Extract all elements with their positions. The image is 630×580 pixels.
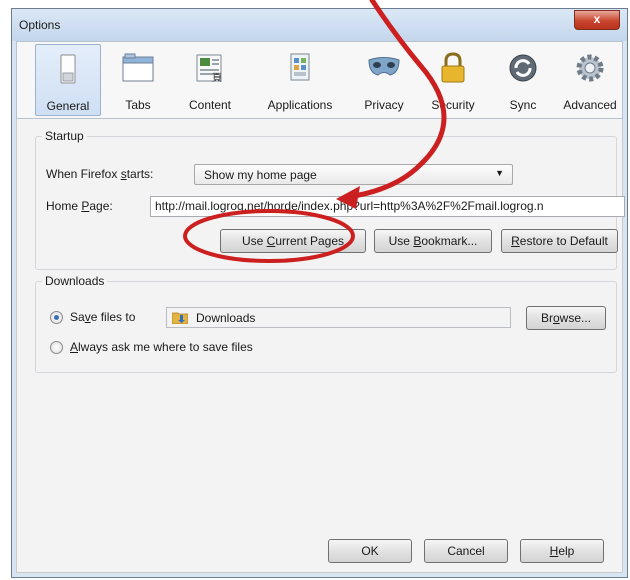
security-lock-icon xyxy=(441,52,465,83)
tab-general[interactable]: General xyxy=(35,44,101,116)
tab-sync-label: Sync xyxy=(509,98,537,112)
use-current-pages-button[interactable]: Use Current Pages xyxy=(220,229,366,253)
download-folder-name: Downloads xyxy=(196,311,256,325)
tab-content[interactable]: 頁 Content xyxy=(177,44,243,116)
browse-button[interactable]: Browse... xyxy=(526,306,606,330)
tab-privacy[interactable]: Privacy xyxy=(351,44,417,116)
use-bookmark-button[interactable]: Use Bookmark... xyxy=(374,229,492,253)
home-page-input[interactable]: http://mail.logrog.net/horde/index.php?u… xyxy=(150,196,625,217)
ok-button[interactable]: OK xyxy=(328,539,412,563)
startup-select[interactable]: Show my home page ▼ xyxy=(194,164,513,185)
tab-advanced-label: Advanced xyxy=(563,98,617,112)
close-button[interactable]: x xyxy=(574,10,620,30)
applications-icon xyxy=(290,53,310,81)
download-folder-field: Downloads xyxy=(166,307,511,328)
help-button[interactable]: Help xyxy=(520,539,604,563)
privacy-mask-icon xyxy=(368,57,400,76)
always-ask-radio[interactable] xyxy=(50,341,63,354)
title-bar[interactable]: Options x xyxy=(12,9,627,41)
startup-select-value: Show my home page xyxy=(204,168,317,182)
tab-sync[interactable]: Sync xyxy=(490,44,556,116)
tab-tabs[interactable]: Tabs xyxy=(105,44,171,116)
options-dialog: Options x General Tabs 頁 Content Applica… xyxy=(11,8,628,578)
tab-applications-label: Applications xyxy=(267,98,333,112)
svg-text:頁: 頁 xyxy=(212,72,222,84)
tab-applications[interactable]: Applications xyxy=(255,44,345,116)
tab-content-label: Content xyxy=(188,98,232,112)
general-switch-icon xyxy=(60,54,76,84)
startup-legend: Startup xyxy=(42,129,87,143)
downloads-group: Downloads Save files to Downloads Browse… xyxy=(35,274,617,373)
content-page-icon: 頁 xyxy=(196,54,222,84)
options-toolbar: General Tabs 頁 Content Applications Priv… xyxy=(16,41,623,119)
tab-tabs-label: Tabs xyxy=(125,98,151,112)
downloads-legend: Downloads xyxy=(42,274,108,288)
tab-general-label: General xyxy=(46,99,90,113)
sync-icon xyxy=(509,54,537,82)
always-ask-label: Always ask me where to save files xyxy=(70,340,253,354)
advanced-gear-icon xyxy=(576,54,604,82)
tab-security-label: Security xyxy=(431,98,475,112)
tab-security[interactable]: Security xyxy=(420,44,486,116)
tab-privacy-label: Privacy xyxy=(364,98,404,112)
tab-advanced[interactable]: Advanced xyxy=(557,44,623,116)
save-files-radio[interactable] xyxy=(50,311,63,324)
chevron-down-icon: ▼ xyxy=(495,168,504,178)
restore-to-default-button[interactable]: Restore to Default xyxy=(501,229,618,253)
startup-group: Startup When Firefox starts: Show my hom… xyxy=(35,129,625,270)
general-panel: Startup When Firefox starts: Show my hom… xyxy=(16,119,625,573)
window-title: Options xyxy=(19,18,61,32)
folder-icon xyxy=(172,312,188,324)
tabs-window-icon xyxy=(122,53,154,82)
home-page-label: Home Page: xyxy=(46,199,113,213)
cancel-button[interactable]: Cancel xyxy=(424,539,508,563)
when-firefox-starts-label: When Firefox starts: xyxy=(46,167,154,181)
save-files-label: Save files to xyxy=(70,310,136,324)
